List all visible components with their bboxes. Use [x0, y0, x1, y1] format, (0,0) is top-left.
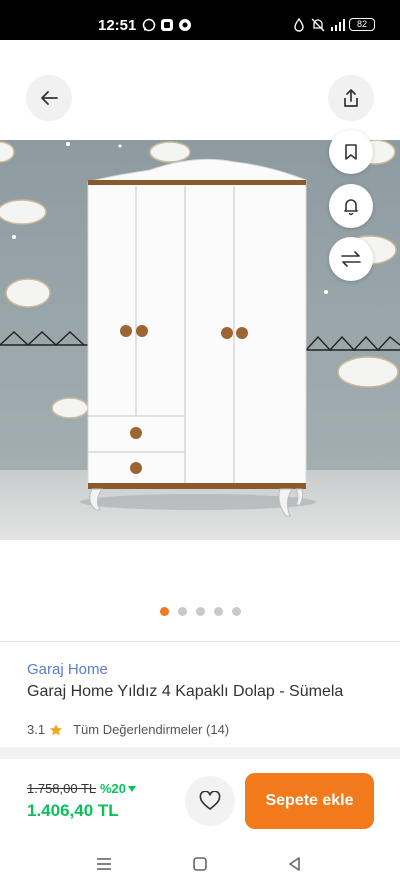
back-triangle-icon — [289, 857, 300, 871]
chrome-icon — [179, 19, 191, 31]
reviews-link[interactable]: Tüm Değerlendirmeler (14) — [73, 722, 229, 737]
gallery-dot-5[interactable] — [231, 607, 241, 616]
product-title: Garaj Home Yıldız 4 Kapaklı Dolap - Süme… — [27, 683, 344, 700]
arrow-down-icon — [128, 785, 137, 792]
divider — [0, 641, 400, 642]
back-button[interactable] — [26, 75, 72, 121]
old-price: 1.758,00 TL — [27, 781, 97, 796]
status-time: 12:51 — [98, 17, 137, 34]
signal-4g-icon — [331, 19, 345, 31]
discount-value: %20 — [100, 781, 127, 796]
status-left-icons — [142, 18, 192, 32]
top-bar — [0, 40, 400, 140]
home-button[interactable] — [189, 853, 211, 875]
new-price: 1.406,40 TL — [27, 801, 119, 820]
arrow-left-icon — [41, 91, 58, 105]
gallery-dot-4[interactable] — [213, 607, 223, 616]
bookmark-icon — [345, 144, 357, 160]
compare-button[interactable] — [329, 237, 373, 281]
battery-indicator: 82 — [349, 18, 375, 31]
status-bar: 12:51 82 — [0, 0, 400, 40]
mute-icon — [311, 18, 325, 32]
price-alarm-button[interactable] — [329, 184, 373, 228]
share-icon — [344, 89, 358, 107]
home-square-icon — [193, 857, 207, 871]
discount-badge: %20 — [100, 781, 137, 796]
system-back-button[interactable] — [284, 853, 306, 875]
menu-icon — [97, 858, 111, 870]
rating-row[interactable]: 3.1 Tüm Değerlendirmeler (14) — [27, 722, 229, 737]
whatsapp-icon — [142, 18, 156, 32]
share-button[interactable] — [328, 75, 374, 121]
gallery-dot-2[interactable] — [177, 607, 187, 616]
gallery-dot-1[interactable] — [159, 607, 169, 616]
gallery-dots — [0, 607, 400, 621]
gallery-dot-3[interactable] — [195, 607, 205, 616]
system-nav-bar — [0, 839, 400, 888]
buy-bar: 1.758,00 TL %20 1.406,40 TL Sepete ekle — [0, 759, 400, 839]
bookmark-button[interactable] — [329, 130, 373, 174]
heart-icon — [199, 791, 221, 810]
star-icon — [50, 723, 63, 735]
add-to-cart-button[interactable]: Sepete ekle — [245, 773, 374, 829]
recents-button[interactable] — [93, 853, 115, 875]
message-app-icon — [161, 19, 173, 31]
section-gap — [0, 747, 400, 759]
data-saver-icon — [294, 18, 304, 32]
favorite-button[interactable] — [185, 776, 235, 826]
status-right-icons — [292, 18, 348, 32]
brand-link[interactable]: Garaj Home — [27, 661, 108, 678]
rating-value: 3.1 — [27, 722, 46, 737]
compare-arrows-icon — [341, 251, 361, 267]
bell-icon — [344, 199, 358, 216]
